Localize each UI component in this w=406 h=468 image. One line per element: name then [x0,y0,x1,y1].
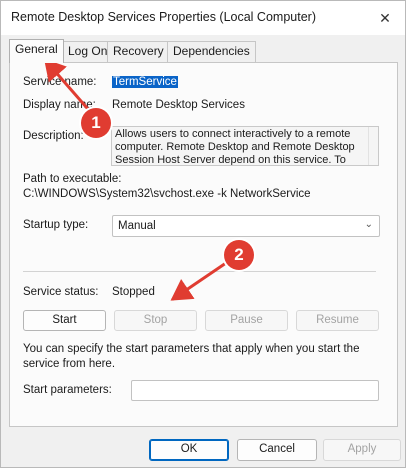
ok-button[interactable]: OK [149,439,229,461]
description-label: Description: [23,130,84,142]
description-scrollbar[interactable] [368,127,378,165]
pause-button[interactable]: Pause [205,310,288,331]
title-bar[interactable]: Remote Desktop Services Properties (Loca… [1,1,405,35]
annotation-badge-2: 2 [224,240,254,270]
cancel-button[interactable]: Cancel [237,439,317,461]
startup-type-label: Startup type: [23,219,89,231]
start-button[interactable]: Start [23,310,106,331]
description-text: Allows users to connect interactively to… [115,128,355,166]
chevron-down-icon: ⌄ [364,219,373,230]
tab-recovery[interactable]: Recovery [107,41,170,62]
start-parameters-hint: You can specify the start parameters tha… [23,343,360,370]
window-title: Remote Desktop Services Properties (Loca… [11,10,316,24]
resume-button[interactable]: Resume [296,310,379,331]
start-parameters-input[interactable] [131,380,379,401]
tab-dependencies[interactable]: Dependencies [167,41,256,62]
service-name-selected-text[interactable]: TermService [112,76,178,88]
description-box[interactable]: Allows users to connect interactively to… [111,126,379,166]
stop-button[interactable]: Stop [114,310,197,331]
section-divider [23,271,376,272]
startup-type-value: Manual [118,220,156,232]
service-status-value: Stopped [112,286,155,298]
display-name-value: Remote Desktop Services [112,99,245,111]
display-name-label: Display name: [23,99,96,111]
service-status-label: Service status: [23,286,99,298]
close-icon[interactable]: ✕ [373,7,397,29]
apply-button[interactable]: Apply [323,439,401,461]
general-tab-panel [9,62,398,427]
service-name-label: Service name: [23,76,97,88]
path-value: C:\WINDOWS\System32\svchost.exe -k Netwo… [23,188,311,200]
service-name-value[interactable]: TermService [112,76,178,88]
start-parameters-label: Start parameters: [23,384,112,396]
startup-type-dropdown[interactable]: Manual ⌄ [112,215,380,237]
tab-log-on[interactable]: Log On [62,41,114,62]
path-label: Path to executable: [23,173,122,185]
annotation-badge-1: 1 [81,108,111,138]
service-properties-dialog: Remote Desktop Services Properties (Loca… [0,0,406,468]
tab-general[interactable]: General [9,39,64,63]
